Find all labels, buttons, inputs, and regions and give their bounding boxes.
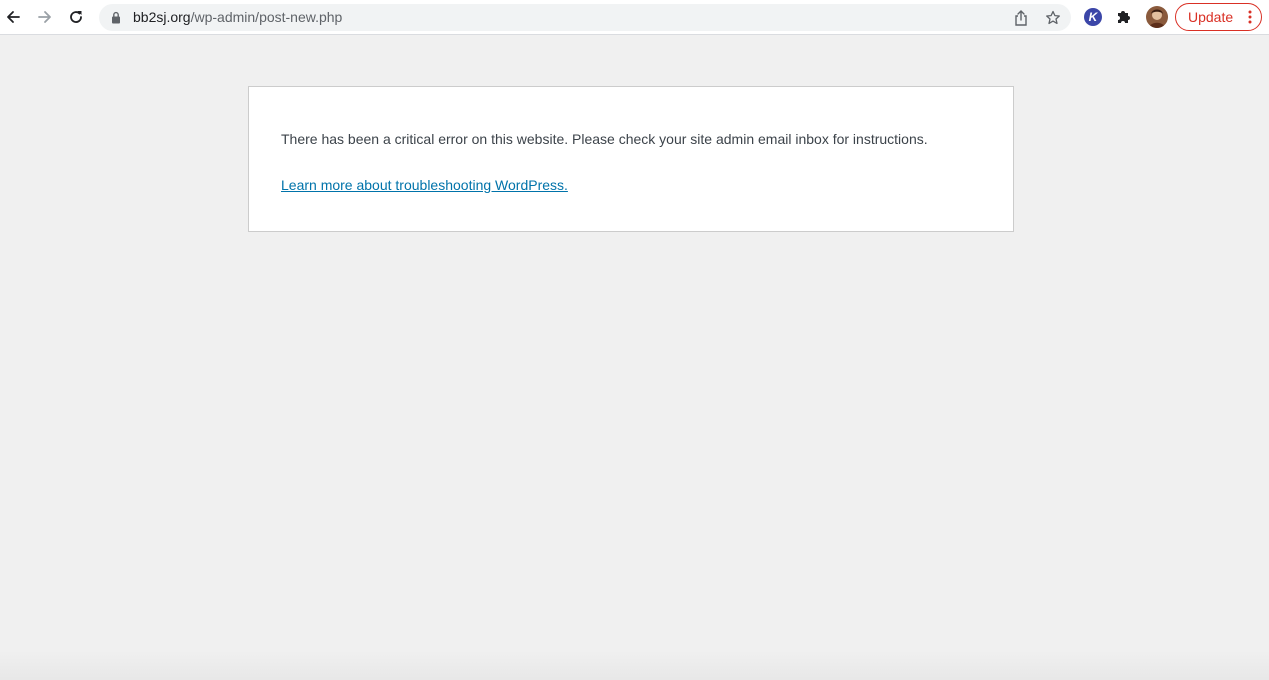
kebab-menu-icon (1248, 10, 1252, 24)
lock-icon[interactable] (111, 11, 121, 24)
update-button[interactable]: Update (1175, 3, 1262, 31)
error-message-box: There has been a critical error on this … (248, 86, 1014, 232)
reload-button[interactable] (63, 4, 89, 30)
url-path: /wp-admin/post-new.php (190, 9, 343, 25)
url-host: bb2sj.org (133, 9, 191, 25)
browser-toolbar: bb2sj.org/wp-admin/post-new.php K Update (0, 0, 1269, 35)
reload-icon (70, 11, 82, 23)
k-extension-icon[interactable]: K (1084, 8, 1102, 26)
error-message: There has been a critical error on this … (281, 131, 928, 147)
share-icon (1015, 10, 1027, 26)
update-label: Update (1188, 9, 1234, 25)
bookmark-button[interactable] (1044, 9, 1062, 27)
back-button[interactable] (0, 4, 26, 30)
forward-button[interactable] (32, 4, 58, 30)
share-button[interactable] (1012, 9, 1030, 27)
profile-avatar-icon (1146, 6, 1168, 28)
star-icon (1046, 10, 1060, 25)
avatar[interactable] (1146, 6, 1168, 28)
arrow-left-icon (7, 11, 20, 23)
address-bar[interactable]: bb2sj.org/wp-admin/post-new.php (99, 4, 1071, 31)
arrow-right-icon (38, 11, 51, 23)
puzzle-icon[interactable] (1115, 8, 1133, 26)
troubleshooting-link[interactable]: Learn more about troubleshooting WordPre… (281, 176, 568, 194)
bottom-shadow (0, 650, 1269, 680)
url-text[interactable]: bb2sj.org/wp-admin/post-new.php (133, 9, 342, 26)
